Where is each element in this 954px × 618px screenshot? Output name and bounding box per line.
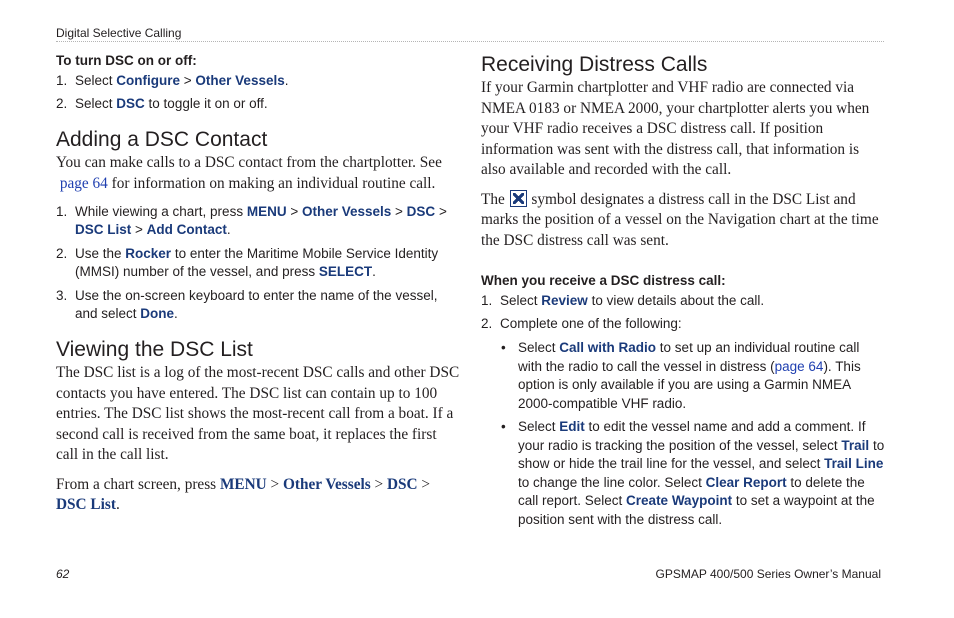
- page-64-link[interactable]: page 64: [775, 359, 824, 374]
- list-item: • Select Call with Radio to set up an ind…: [501, 340, 861, 411]
- page-64-link[interactable]: page 64: [60, 175, 108, 192]
- viewing-list-instruction: From a chart screen, press MENU > Other …: [56, 475, 431, 514]
- list-item: 1. While viewing a chart, press MENU > Ot…: [56, 204, 447, 237]
- list-item: 2. Complete one of the following:: [481, 316, 682, 331]
- list-item: 3. Use the on-screen keyboard to enter th…: [56, 288, 438, 321]
- keyword-review: Review: [541, 293, 588, 308]
- keyword-other-vessels: Other Vessels: [195, 73, 285, 88]
- page-number: 62: [56, 567, 70, 581]
- distress-options-list: • Select Call with Radio to set up an ind…: [481, 339, 886, 529]
- list-item: 1. Select Configure > Other Vessels.: [56, 73, 289, 88]
- receive-distress-steps: 1. Select Review to view details about th…: [481, 292, 886, 333]
- distress-symbol-paragraph: The symbol designates a distress call in…: [481, 189, 879, 249]
- receiving-distress-paragraph: If your Garmin chartplotter and VHF radi…: [481, 79, 870, 178]
- list-item: 2. Use the Rocker to enter the Maritime M…: [56, 246, 439, 279]
- adding-contact-title: Adding a DSC Contact: [56, 128, 268, 151]
- manual-title: GPSMAP 400/500 Series Owner’s Manual: [655, 567, 881, 581]
- header-divider: [56, 41, 884, 42]
- running-header: Digital Selective Calling: [56, 26, 182, 40]
- distress-call-icon: [509, 189, 527, 207]
- list-item: • Select Edit to edit the vessel name and…: [501, 419, 885, 527]
- turn-dsc-heading: To turn DSC on or off:: [56, 53, 197, 68]
- left-column: To turn DSC on or off: 1. Select Configur…: [56, 52, 461, 516]
- receive-distress-heading: When you receive a DSC distress call:: [481, 273, 726, 288]
- viewing-list-title: Viewing the DSC List: [56, 338, 253, 361]
- keyword-configure: Configure: [116, 73, 181, 88]
- adding-contact-paragraph: You can make calls to a DSC contact from…: [56, 154, 442, 192]
- list-item: 1. Select Review to view details about th…: [481, 293, 765, 308]
- receiving-distress-title: Receiving Distress Calls: [481, 53, 708, 76]
- right-column: Receiving Distress Calls If your Garmin …: [481, 52, 886, 529]
- turn-dsc-steps: 1. Select Configure > Other Vessels. 2. Se…: [56, 72, 461, 113]
- viewing-list-paragraph: The DSC list is a log of the most-recent…: [56, 364, 460, 463]
- keyword-dsc: DSC: [116, 96, 145, 111]
- adding-contact-steps: 1. While viewing a chart, press MENU > Ot…: [56, 203, 461, 323]
- list-item: 2. Select DSC to toggle it on or off.: [56, 96, 268, 111]
